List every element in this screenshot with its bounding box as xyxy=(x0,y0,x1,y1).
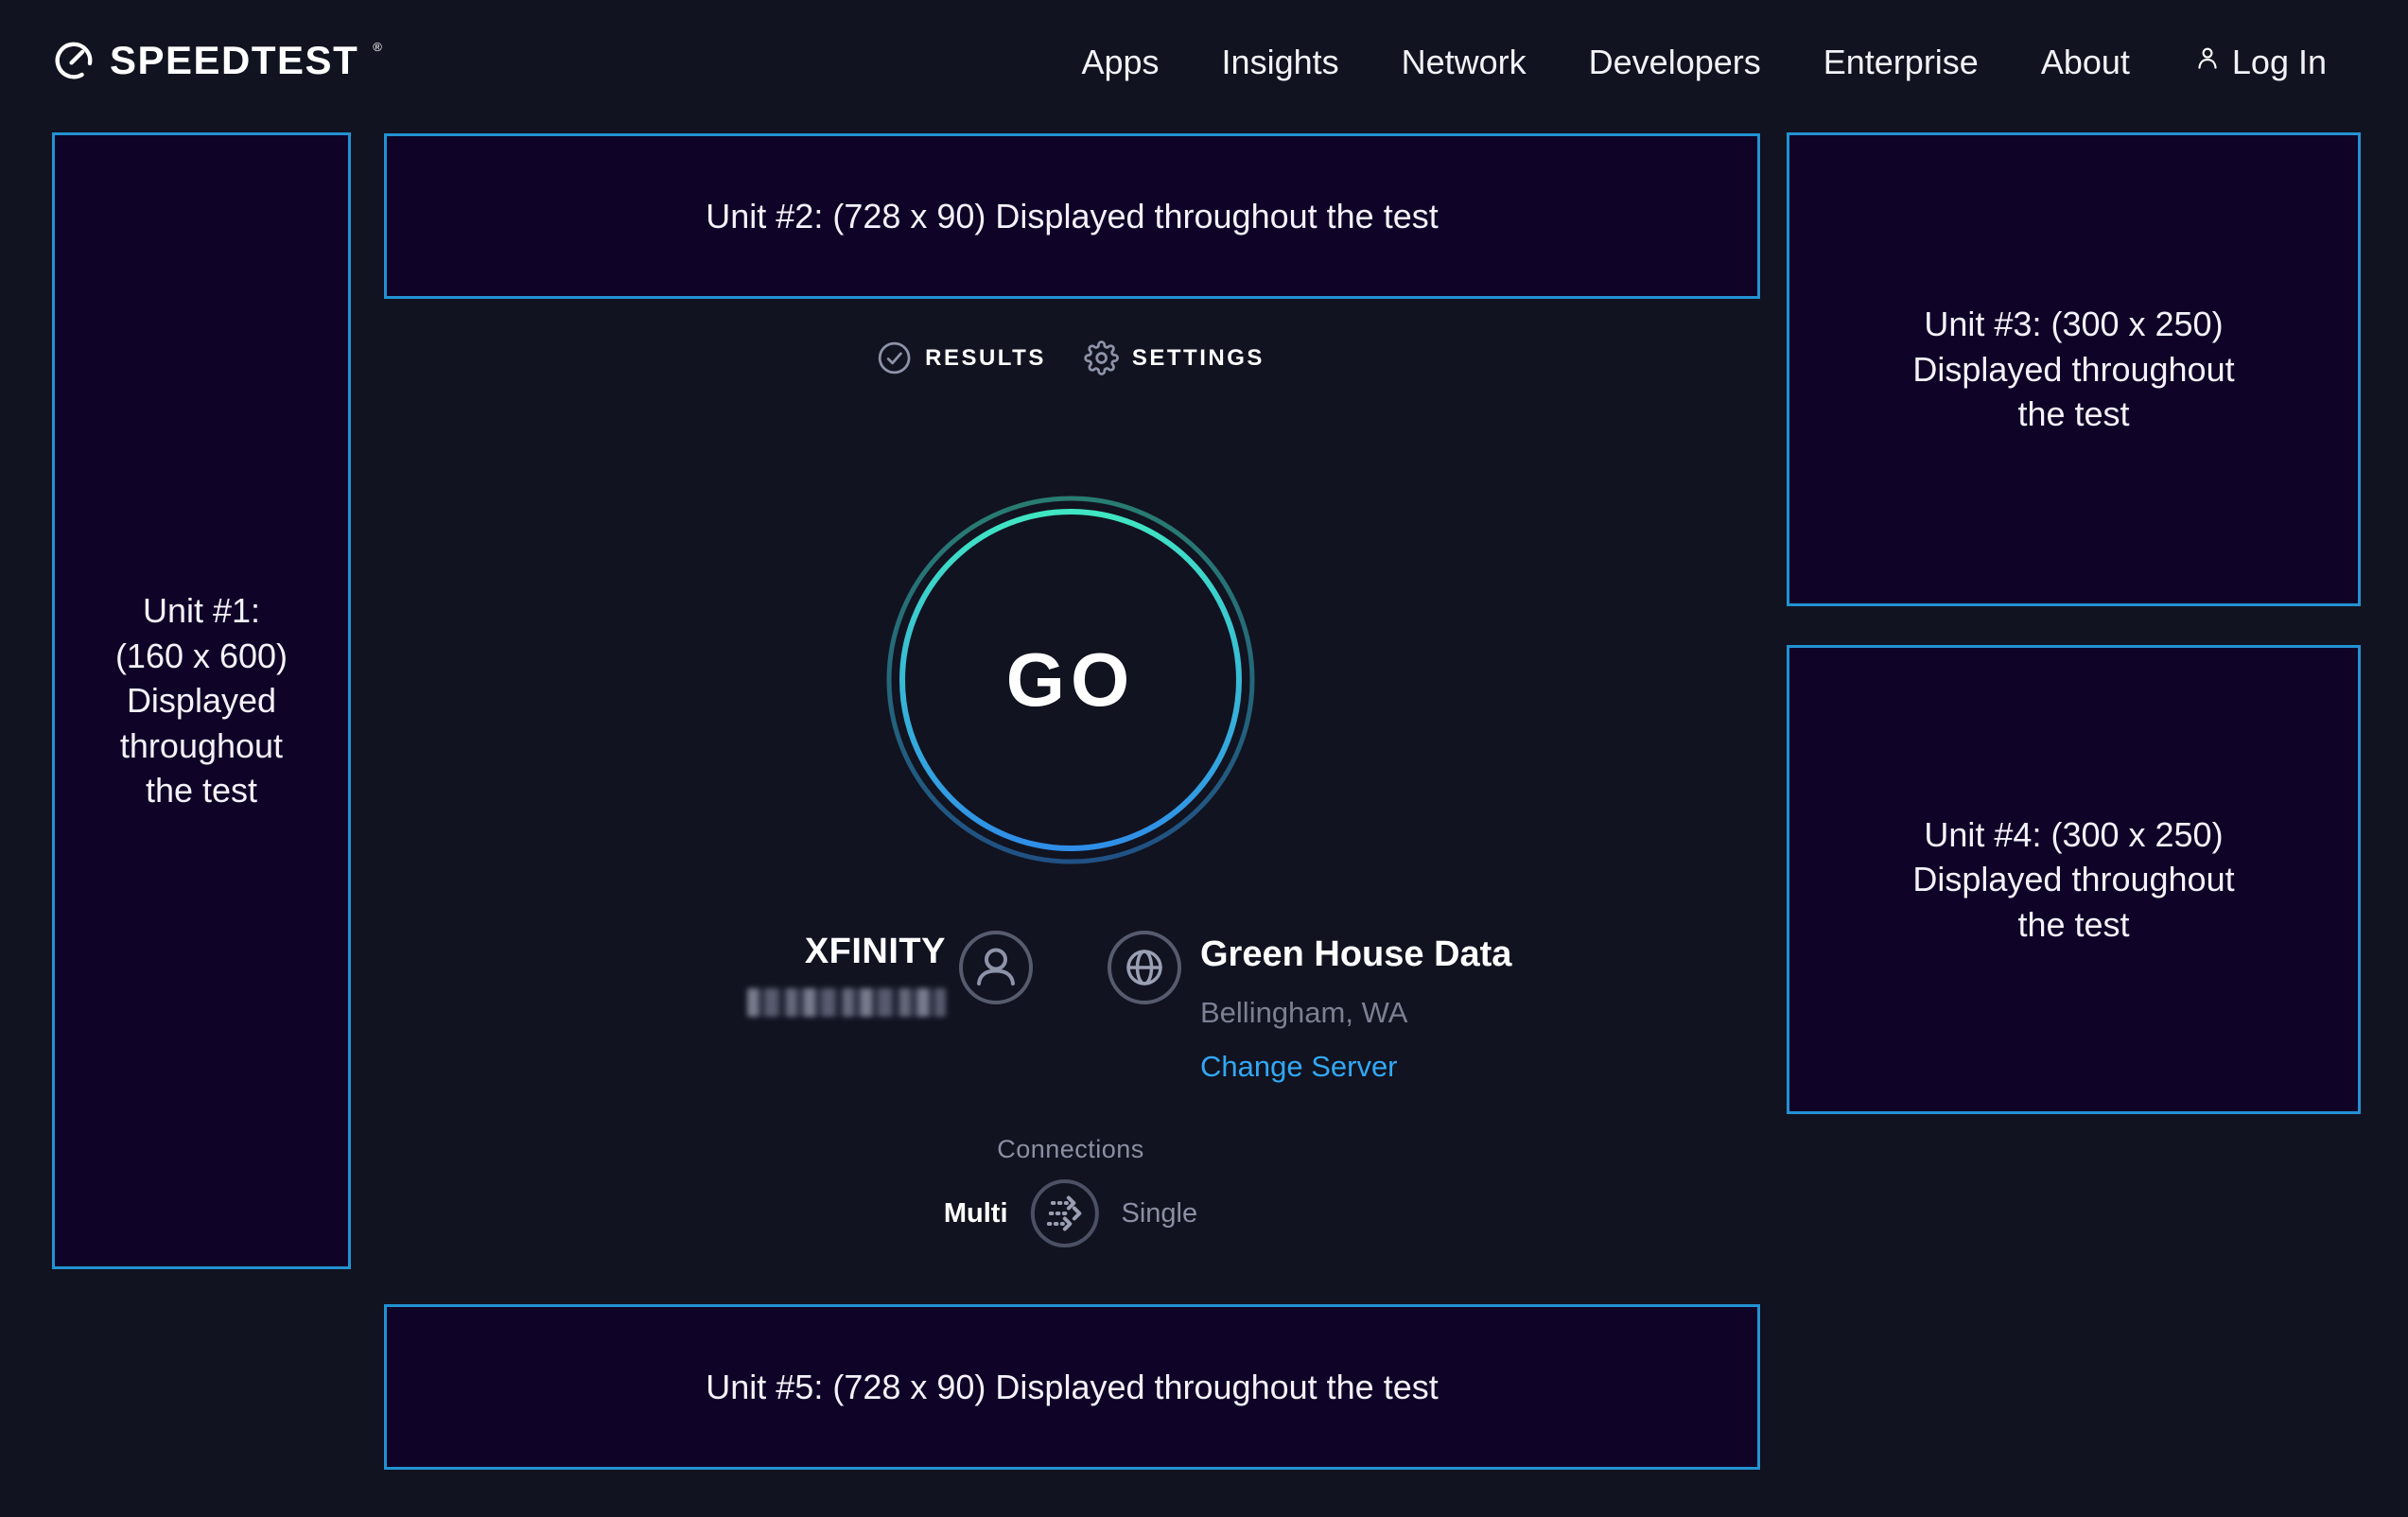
go-button[interactable]: GO xyxy=(881,491,1260,869)
connections-single-option[interactable]: Single xyxy=(1122,1198,1198,1229)
server-location: Bellingham, WA xyxy=(1200,996,1511,1030)
connections-toggle-button[interactable] xyxy=(1029,1177,1101,1249)
isp-name: XFINITY xyxy=(747,932,946,972)
person-circle-icon xyxy=(958,930,1034,1005)
redacted-ip-blur xyxy=(747,988,946,1017)
logo-text: SPEEDTEST xyxy=(110,39,358,82)
ad-unit-5[interactable]: Unit #5: (728 x 90) Displayed throughout… xyxy=(384,1304,1760,1470)
check-circle-icon xyxy=(877,340,912,375)
ad-unit-2-text: Unit #2: (728 x 90) Displayed throughout… xyxy=(706,194,1438,239)
globe-circle-icon xyxy=(1107,930,1182,1005)
isp-block: XFINITY xyxy=(747,932,946,1017)
change-server-link[interactable]: Change Server xyxy=(1200,1050,1398,1084)
go-label: GO xyxy=(881,491,1260,869)
ad-unit-1-text: Unit #1: (160 x 600) Displayed throughou… xyxy=(115,588,288,813)
nav-item-enterprise[interactable]: Enterprise xyxy=(1823,43,1979,82)
logo-trademark: ® xyxy=(373,41,382,53)
speedtest-gauge-icon xyxy=(52,39,96,87)
nav-item-insights[interactable]: Insights xyxy=(1222,43,1339,82)
connections-multi-option[interactable]: Multi xyxy=(944,1198,1008,1229)
nav-item-apps[interactable]: Apps xyxy=(1081,43,1159,82)
connections-label: Connections xyxy=(997,1135,1144,1164)
nav-item-developers[interactable]: Developers xyxy=(1589,43,1761,82)
tab-results-label: RESULTS xyxy=(925,345,1046,372)
connections-toggle-row: Multi Single xyxy=(944,1177,1197,1249)
server-block: Green House Data Bellingham, WA Change S… xyxy=(1200,934,1511,1084)
ad-unit-3-text: Unit #3: (300 x 250) Displayed throughou… xyxy=(1912,302,2234,437)
ad-unit-2[interactable]: Unit #2: (728 x 90) Displayed throughout… xyxy=(384,133,1760,299)
tab-settings[interactable]: SETTINGS xyxy=(1084,340,1265,375)
speedtest-page: SPEEDTEST ® Apps Insights Network Develo… xyxy=(0,0,2408,1517)
ad-unit-4-text: Unit #4: (300 x 250) Displayed throughou… xyxy=(1912,812,2234,948)
view-tabs: RESULTS SETTINGS xyxy=(877,340,1265,375)
top-nav: SPEEDTEST ® Apps Insights Network Develo… xyxy=(0,0,2408,125)
ad-unit-5-text: Unit #5: (728 x 90) Displayed throughout… xyxy=(706,1365,1438,1410)
tab-settings-label: SETTINGS xyxy=(1132,345,1265,372)
ad-unit-1[interactable]: Unit #1: (160 x 600) Displayed throughou… xyxy=(52,132,351,1269)
multi-connection-arrows-icon xyxy=(1029,1238,1101,1252)
server-name: Green House Data xyxy=(1200,934,1511,975)
nav-item-about[interactable]: About xyxy=(2041,43,2130,82)
gear-icon xyxy=(1084,340,1119,375)
nav-item-network[interactable]: Network xyxy=(1402,43,1527,82)
tab-results[interactable]: RESULTS xyxy=(877,340,1046,375)
nav-links: Apps Insights Network Developers Enterpr… xyxy=(1081,43,2327,82)
login-button[interactable]: Log In xyxy=(2192,43,2327,82)
ad-unit-3[interactable]: Unit #3: (300 x 250) Displayed throughou… xyxy=(1787,132,2361,606)
user-icon xyxy=(2192,43,2223,82)
logo[interactable]: SPEEDTEST ® xyxy=(52,39,382,87)
ad-unit-4[interactable]: Unit #4: (300 x 250) Displayed throughou… xyxy=(1787,645,2361,1114)
login-label: Log In xyxy=(2232,43,2327,82)
